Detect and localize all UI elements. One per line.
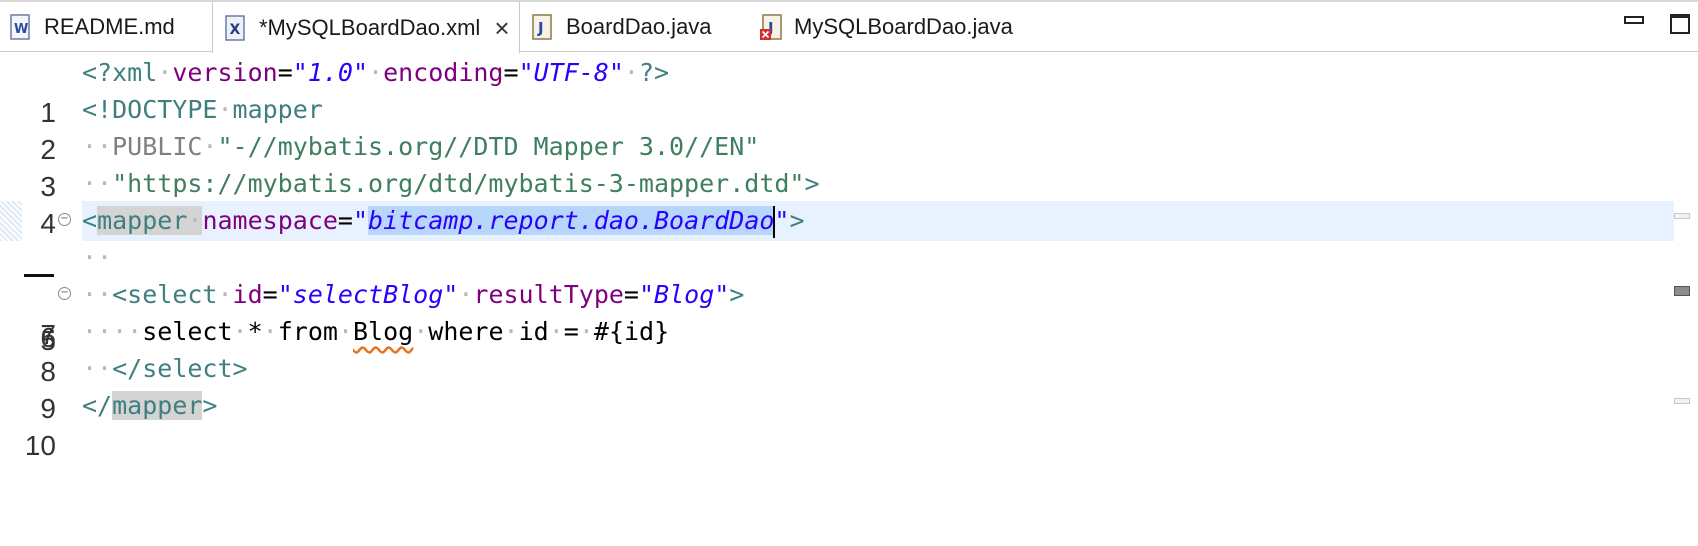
code-text: <?xml·version="1.0"·encoding="UTF-8"·?> bbox=[82, 58, 670, 87]
change-marker bbox=[0, 201, 22, 241]
code-line: 3 ··PUBLIC·"-//mybatis.org//DTD Mapper 3… bbox=[0, 127, 1698, 202]
spelling-warning: Blog bbox=[353, 317, 414, 346]
tab-mysqlboarddao-xml[interactable]: X *MySQLBoardDao.xml × bbox=[212, 2, 520, 54]
markdown-file-icon: W bbox=[10, 14, 30, 40]
occurrence-highlight: mapper bbox=[112, 391, 203, 420]
code-text: ··</select> bbox=[82, 354, 248, 383]
fold-toggle-icon[interactable]: − bbox=[58, 213, 71, 226]
overview-ruler-mark[interactable] bbox=[1674, 286, 1690, 296]
code-text: <!DOCTYPE·mapper bbox=[82, 95, 323, 124]
code-text: ····select·*·from·Blog·where·id·=·#{id} bbox=[82, 317, 670, 346]
code-line-current: 5 − <mapper·namespace="bitcamp.report.da… bbox=[0, 201, 1698, 356]
code-text: ··PUBLIC·"-//mybatis.org//DTD Mapper 3.0… bbox=[82, 132, 760, 161]
close-icon[interactable]: × bbox=[494, 15, 509, 41]
xml-file-icon: X bbox=[225, 15, 245, 41]
tab-label: BoardDao.java bbox=[566, 14, 712, 39]
code-text: ··"https://mybatis.org/dtd/mybatis-3-map… bbox=[82, 169, 820, 198]
maximize-button[interactable] bbox=[1670, 14, 1690, 34]
tab-label: MySQLBoardDao.java bbox=[794, 14, 1013, 39]
overview-ruler-mark[interactable] bbox=[1674, 398, 1690, 404]
code-line: 2 <!DOCTYPE·mapper bbox=[0, 90, 1698, 165]
tab-boarddao-java[interactable]: J BoardDao.java bbox=[532, 2, 712, 52]
line-number: 10 bbox=[24, 430, 56, 461]
code-line: 7 − ··<select·id="selectBlog"·resultType… bbox=[0, 275, 1698, 350]
tab-readme[interactable]: W README.md bbox=[10, 2, 175, 52]
fold-toggle-icon[interactable]: − bbox=[58, 287, 71, 300]
code-line: 8 ····select·*·from·Blog·where·id·=·#{id… bbox=[0, 312, 1698, 387]
tab-label: README.md bbox=[44, 14, 175, 39]
code-text: <mapper·namespace="bitcamp.report.dao.Bo… bbox=[82, 201, 805, 241]
tab-mysqlboarddao-java[interactable]: J MySQLBoardDao.java bbox=[760, 2, 1013, 52]
svg-text:X: X bbox=[230, 22, 241, 38]
svg-text:W: W bbox=[14, 22, 28, 37]
overview-ruler-mark[interactable] bbox=[1674, 213, 1690, 219]
code-line: 1 <?xml·version="1.0"·encoding="UTF-8"·?… bbox=[0, 53, 1698, 128]
code-line: 6 ·· bbox=[0, 238, 1698, 353]
code-text: ··<select·id="selectBlog"·resultType="Bl… bbox=[82, 280, 745, 309]
java-file-icon: J bbox=[532, 14, 552, 40]
svg-text:J: J bbox=[537, 19, 544, 37]
tab-label: *MySQLBoardDao.xml bbox=[259, 15, 481, 40]
xml-editor[interactable]: 1 <?xml·version="1.0"·encoding="UTF-8"·?… bbox=[0, 53, 1698, 532]
code-line: 4 ··"https://mybatis.org/dtd/mybatis-3-m… bbox=[0, 164, 1698, 239]
code-line: 9 ··</select> bbox=[0, 349, 1698, 424]
minimize-button[interactable] bbox=[1624, 16, 1644, 24]
editor-tab-bar: W README.md X *MySQLBoardDao.xml × J Boa… bbox=[0, 0, 1698, 54]
code-text: </mapper> bbox=[82, 391, 218, 420]
java-file-error-icon: J bbox=[760, 14, 782, 40]
code-text: ·· bbox=[82, 243, 113, 272]
occurrence-highlight: mapper bbox=[97, 206, 188, 235]
window-controls bbox=[1624, 14, 1690, 34]
code-line: 10 </mapper> bbox=[0, 386, 1698, 461]
selected-text: bitcamp.report.dao.BoardDao bbox=[368, 206, 775, 235]
